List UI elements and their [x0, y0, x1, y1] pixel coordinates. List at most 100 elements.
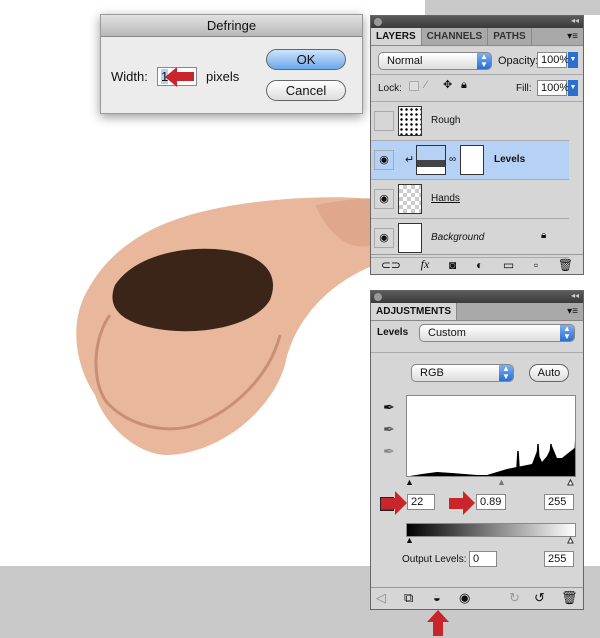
black-point-slider[interactable]: ▲	[405, 477, 414, 487]
panel-menu-icon[interactable]: ▾≡	[567, 306, 578, 317]
back-arrow-icon[interactable]: ◁	[376, 590, 386, 606]
trash-icon[interactable]: 🗑︎	[561, 590, 578, 606]
layer-levels[interactable]: ◉ ↵ ∞ Levels	[371, 141, 569, 180]
collapse-icon[interactable]: ◂◂	[571, 16, 579, 25]
input-gamma-field[interactable]: 0.89	[476, 494, 506, 510]
fill-dropdown-icon[interactable]: ▼	[568, 80, 578, 96]
eye-icon[interactable]: ◉	[459, 590, 470, 606]
lock-brush-icon[interactable]: ⁄	[425, 79, 427, 91]
expand-view-icon[interactable]: ⧉	[404, 590, 413, 606]
layer-thumbnail	[398, 106, 422, 136]
panel-titlebar: ◂◂	[371, 16, 583, 28]
fill-label: Fill:	[516, 83, 532, 94]
defringe-dialog: Defringe Width: 1 pixels OK Cancel	[100, 14, 363, 114]
layer-name: Background	[431, 232, 485, 243]
red-arrow-icon	[449, 498, 463, 509]
output-white-slider[interactable]: ▲	[566, 535, 576, 546]
layers-toolbar: ⊂⊃ fx ◙ ◐ ▭ ▫ 🗑︎	[371, 254, 583, 274]
reset-icon[interactable]: ↺	[534, 590, 545, 606]
ok-button[interactable]: OK	[266, 49, 346, 70]
auto-button[interactable]: Auto	[529, 364, 569, 382]
white-point-slider[interactable]: ▲	[566, 477, 576, 488]
hands-image	[76, 197, 375, 455]
layers-panel: ◂◂ LAYERS CHANNELS PATHS ▾≡ Normal ▲ ▼ Opa…	[370, 15, 584, 275]
tab-paths[interactable]: PATHS	[488, 28, 532, 45]
close-icon[interactable]	[374, 18, 382, 26]
lock-transparency-icon[interactable]	[409, 81, 419, 91]
eye-icon[interactable]: ◉	[374, 150, 394, 170]
lock-icon: 🔒︎	[541, 230, 547, 241]
cancel-button[interactable]: Cancel	[266, 80, 346, 101]
lock-all-icon[interactable]: 🔒︎	[461, 79, 467, 92]
red-arrowhead-icon	[165, 67, 177, 87]
levels-label: Levels	[377, 327, 409, 338]
lock-move-icon[interactable]: ✥	[443, 78, 452, 91]
white-eyedropper-icon[interactable]: ✒	[383, 443, 395, 460]
layer-thumbnail	[398, 184, 422, 214]
layer-name: Levels	[494, 154, 526, 165]
lock-label: Lock:	[378, 83, 402, 94]
output-levels-label: Output Levels:	[402, 554, 467, 565]
new-layer-icon[interactable]: ▫	[534, 258, 538, 272]
clip-to-layer-icon[interactable]: ◒	[433, 590, 441, 605]
red-arrowhead-icon	[395, 491, 407, 515]
collapse-icon[interactable]: ◂◂	[571, 291, 579, 300]
adjustment-thumbnail	[416, 145, 446, 175]
opacity-label: Opacity:	[498, 55, 539, 67]
layer-rough[interactable]: Rough	[371, 102, 569, 141]
preset-select[interactable]: Custom ▲ ▼	[419, 324, 575, 342]
layer-hands[interactable]: ◉ Hands	[371, 180, 569, 219]
opacity-dropdown-icon[interactable]: ▼	[568, 52, 578, 68]
input-white-field[interactable]: 255	[544, 494, 574, 510]
link-layers-icon[interactable]: ⊂⊃	[381, 258, 401, 272]
fx-icon[interactable]: fx	[421, 257, 430, 272]
folder-icon[interactable]: ▭	[503, 258, 514, 272]
clipping-arrow-icon: ↵	[405, 154, 415, 166]
preset-value: Custom	[428, 327, 466, 339]
layer-background[interactable]: ◉ Background 🔒︎	[371, 219, 569, 258]
adjustments-toolbar: ◁ ⧉ ◒ ◉ ↻ ↺ 🗑︎	[371, 587, 583, 609]
red-arrow-icon	[433, 621, 443, 636]
output-black-field[interactable]: 0	[469, 551, 497, 567]
fill-input[interactable]: 100%	[537, 80, 569, 96]
link-icon[interactable]: ∞	[449, 154, 456, 165]
layers-list: Rough ◉ ↵ ∞ Levels ◉ Hands ◉ Background …	[371, 101, 583, 258]
output-white-field[interactable]: 255	[544, 551, 574, 567]
eye-icon[interactable]: ◉	[374, 189, 394, 209]
select-arrows-icon: ▲ ▼	[560, 325, 574, 341]
opacity-input[interactable]: 100%	[537, 52, 569, 68]
width-label: Width:	[111, 69, 148, 84]
tab-layers[interactable]: LAYERS	[371, 28, 422, 45]
input-black-field[interactable]: 22	[407, 494, 435, 510]
trash-icon[interactable]: 🗑︎	[558, 258, 573, 272]
visibility-toggle[interactable]	[374, 111, 394, 131]
blend-mode-value: Normal	[387, 55, 423, 67]
unit-label: pixels	[206, 69, 240, 84]
channel-select[interactable]: RGB ▲ ▼	[411, 364, 514, 382]
adjustment-layer-icon[interactable]: ◐	[476, 258, 483, 272]
output-gradient	[406, 523, 576, 537]
black-eyedropper-icon[interactable]: ✒	[383, 399, 395, 416]
canvas-background	[425, 0, 600, 15]
channel-value: RGB	[420, 367, 444, 379]
gamma-slider[interactable]: ▲	[497, 477, 506, 487]
close-icon[interactable]	[374, 293, 382, 301]
tab-adjustments[interactable]: ADJUSTMENTS	[371, 303, 458, 320]
blend-mode-select[interactable]: Normal ▲ ▼	[378, 52, 492, 70]
tab-channels[interactable]: CHANNELS	[422, 28, 489, 45]
layer-thumbnail	[398, 223, 422, 253]
dialog-title: Defringe	[101, 15, 362, 37]
view-previous-icon[interactable]: ↻	[509, 590, 520, 606]
histogram	[406, 395, 576, 477]
add-mask-icon[interactable]: ◙	[449, 258, 456, 272]
output-black-slider[interactable]: ▲	[405, 535, 414, 545]
mask-thumbnail	[460, 145, 484, 175]
panel-menu-icon[interactable]: ▾≡	[567, 31, 578, 42]
layer-name: Hands	[431, 193, 460, 204]
adjustments-panel: ◂◂ ADJUSTMENTS ▾≡ Levels Custom ▲ ▼ RGB ▲ ▼ A…	[370, 290, 584, 610]
select-arrows-icon: ▲ ▼	[477, 53, 491, 69]
select-arrows-icon: ▲ ▼	[499, 365, 513, 381]
eye-icon[interactable]: ◉	[374, 228, 394, 248]
gray-eyedropper-icon[interactable]: ✒	[383, 421, 395, 438]
red-arrow-icon	[176, 72, 194, 81]
